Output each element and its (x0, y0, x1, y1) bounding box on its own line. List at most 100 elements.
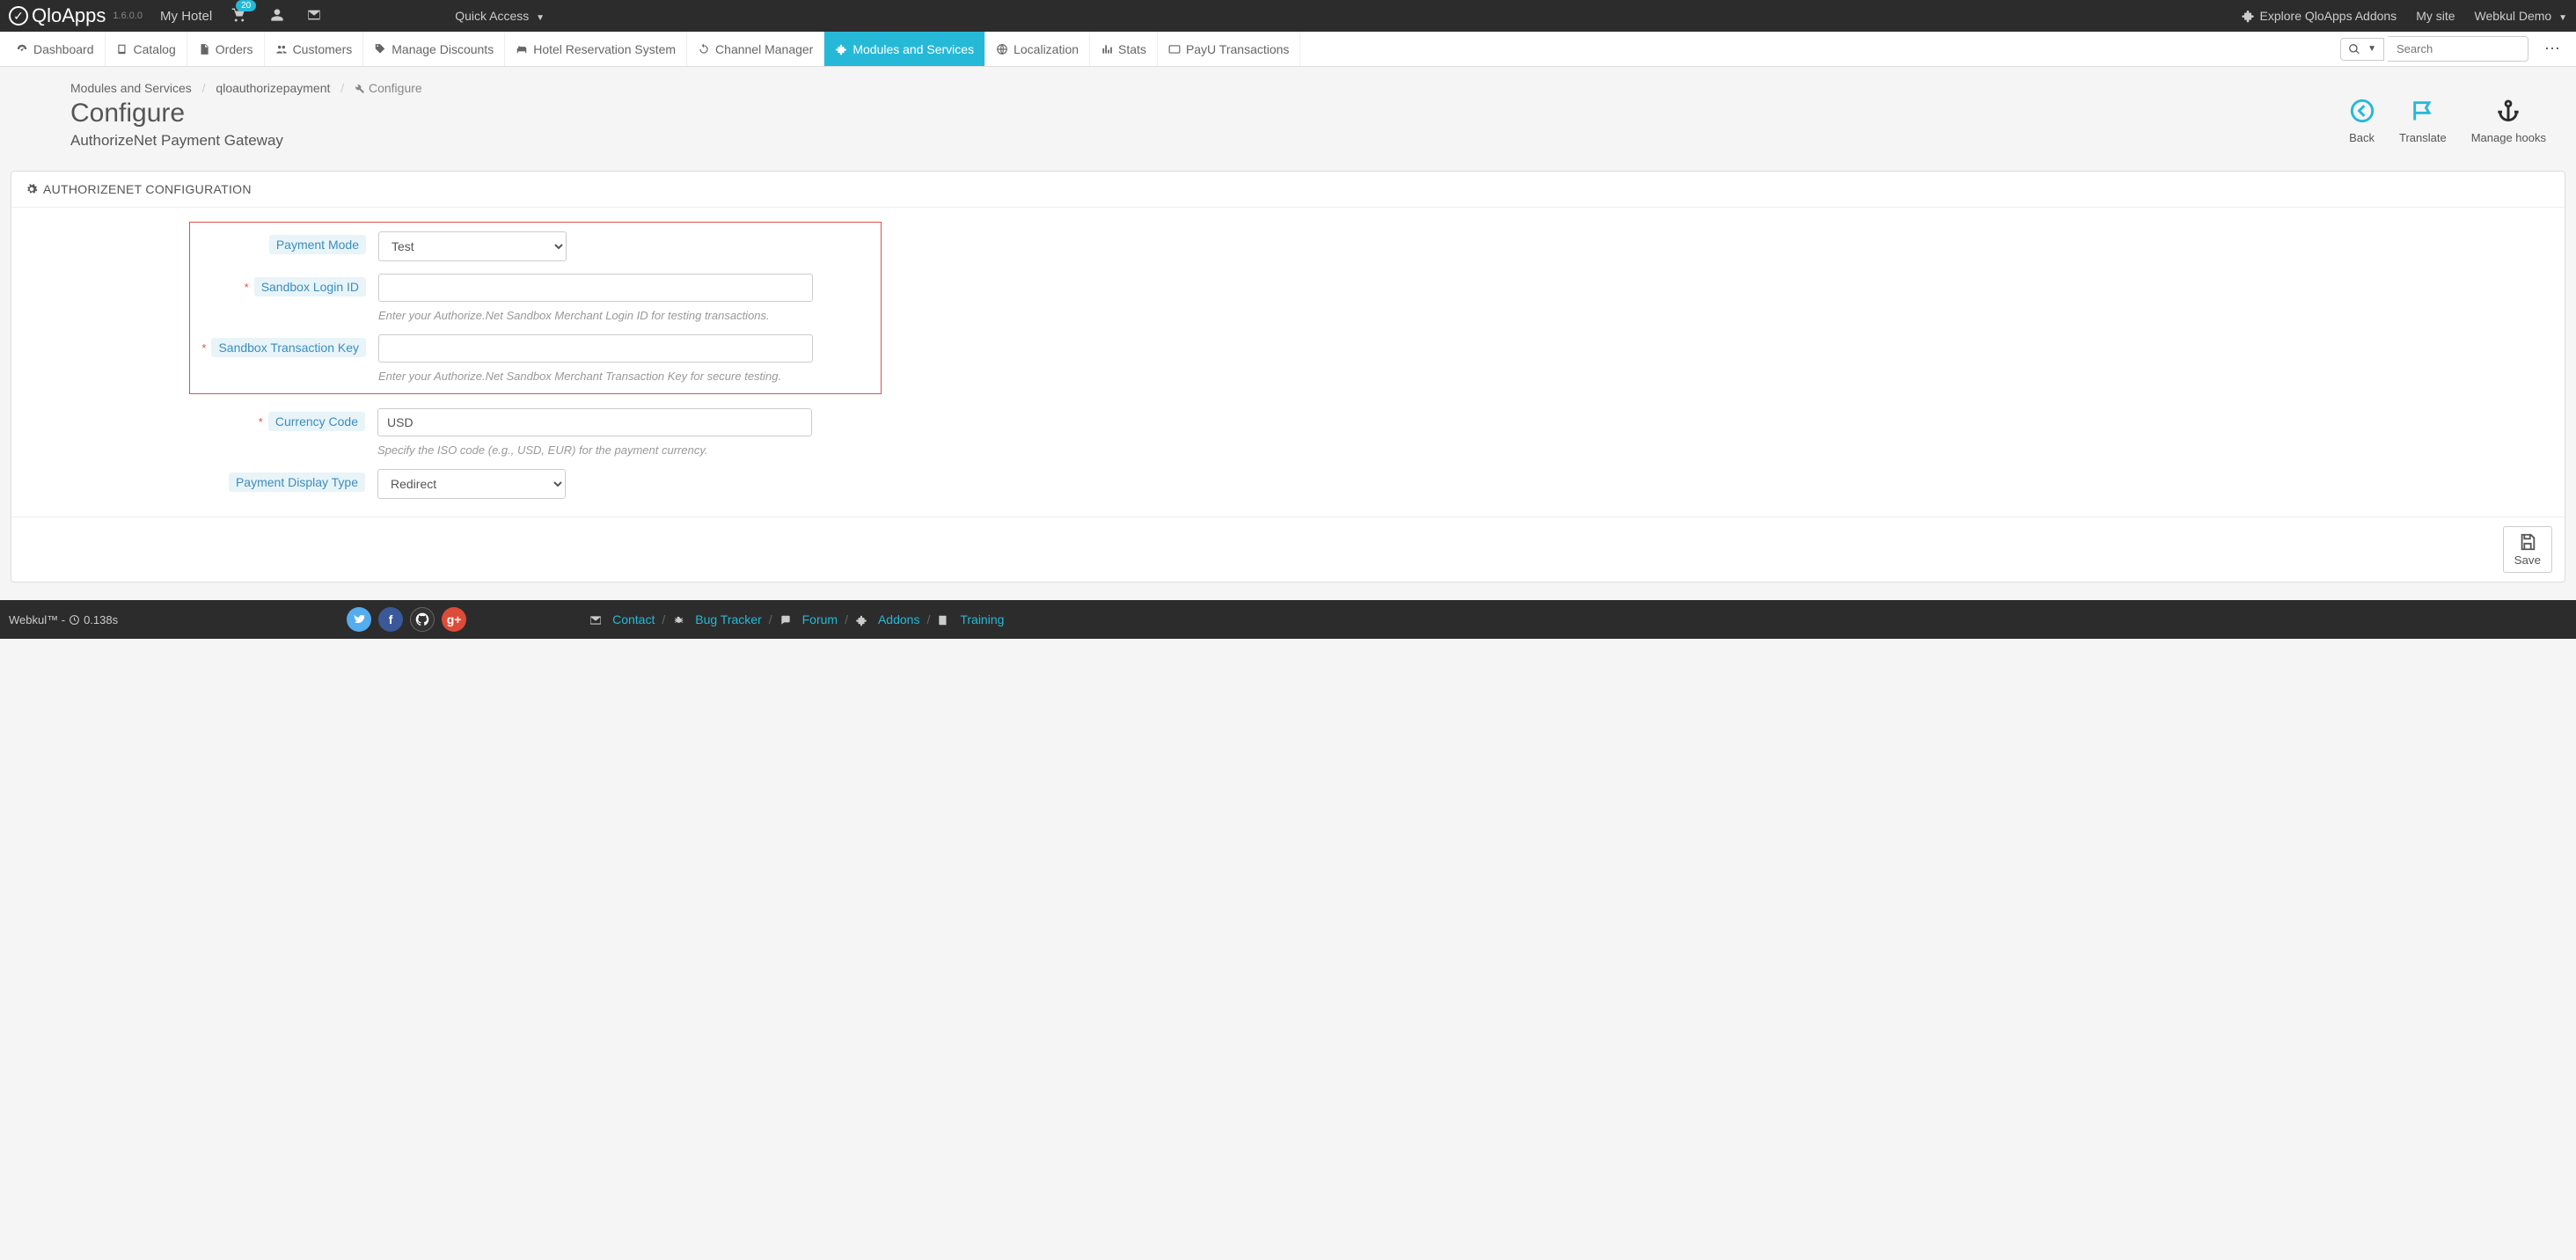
back-icon (2350, 99, 2375, 123)
tag-icon (374, 43, 386, 55)
globe-icon (996, 43, 1008, 55)
clock-icon (69, 614, 80, 626)
training-link[interactable]: Training (960, 612, 1004, 626)
forum-link[interactable]: Forum (802, 612, 838, 626)
save-button[interactable]: Save (2503, 526, 2552, 573)
menu-localization[interactable]: Localization (985, 32, 1090, 66)
breadcrumb: Modules and Services / qloauthorizepayme… (11, 81, 2565, 95)
sandbox-key-help: Enter your Authorize.Net Sandbox Merchan… (378, 370, 813, 383)
flag-icon (2411, 99, 2435, 123)
display-type-label: Payment Display Type (229, 472, 365, 492)
wrench-icon (355, 84, 365, 94)
highlight-box: Payment Mode Test *Sandbox Login ID Ente… (189, 222, 882, 394)
users-icon (275, 43, 288, 55)
content: Modules and Services / qloauthorizepayme… (0, 67, 2576, 582)
mail-icon (589, 614, 602, 626)
file-icon (198, 43, 210, 55)
breadcrumb-modules[interactable]: Modules and Services (70, 81, 192, 95)
page-header: Configure AuthorizeNet Payment Gateway B… (11, 95, 2565, 164)
quick-access-dropdown[interactable]: Quick Access ▼ (455, 9, 545, 23)
gauge-icon (16, 43, 28, 55)
menu-catalog[interactable]: Catalog (106, 32, 187, 66)
book-icon (937, 614, 949, 626)
menu-hotel[interactable]: Hotel Reservation System (505, 32, 687, 66)
panel-heading: AUTHORIZENET CONFIGURATION (11, 172, 2565, 208)
version-text: 1.6.0.0 (113, 11, 143, 21)
puzzle-icon (855, 614, 867, 626)
hotel-name[interactable]: My Hotel (160, 9, 212, 24)
payment-mode-select[interactable]: Test (378, 231, 567, 261)
github-icon (415, 612, 429, 626)
display-type-select[interactable]: Redirect (377, 469, 566, 499)
footer: Webkul™ - 0.138s f g+ Contact/ Bug Track… (0, 600, 2576, 639)
menu-dashboard[interactable]: Dashboard (5, 32, 106, 66)
search-type-dropdown[interactable]: ▼ (2340, 38, 2384, 61)
puzzle-icon (2241, 9, 2255, 23)
manage-hooks-button[interactable]: Manage hooks (2471, 99, 2546, 144)
bed-icon (516, 43, 528, 55)
quick-access-label: Quick Access (455, 9, 529, 23)
mail-icon (307, 8, 321, 22)
gear-icon (26, 183, 38, 195)
menu-search: ▼ (2335, 32, 2534, 66)
user-dropdown[interactable]: Webkul Demo ▼ (2475, 9, 2567, 23)
github-link[interactable] (410, 607, 435, 632)
currency-input[interactable] (377, 408, 812, 436)
mail-button[interactable] (307, 8, 321, 25)
breadcrumb-current: Configure (369, 81, 422, 95)
sandbox-login-help: Enter your Authorize.Net Sandbox Merchan… (378, 309, 813, 322)
twitter-icon (353, 613, 365, 626)
brand-logo[interactable]: ✓ QloApps 1.6.0.0 (9, 4, 143, 27)
user-menu-button[interactable] (270, 8, 284, 25)
menu-orders[interactable]: Orders (187, 32, 265, 66)
anchor-icon (2496, 99, 2521, 123)
currency-help: Specify the ISO code (e.g., USD, EUR) fo… (377, 443, 812, 457)
menu-payu[interactable]: PayU Transactions (1158, 32, 1301, 66)
search-input[interactable] (2388, 36, 2528, 62)
cart-button[interactable]: 20 (231, 7, 247, 26)
bugtracker-link[interactable]: Bug Tracker (695, 612, 761, 626)
back-button[interactable]: Back (2349, 99, 2375, 144)
explore-addons-link[interactable]: Explore QloApps Addons (2241, 9, 2397, 23)
addons-link[interactable]: Addons (878, 612, 919, 626)
footer-time: 0.138s (84, 613, 118, 626)
refresh-icon (698, 43, 710, 55)
bug-icon (672, 614, 684, 626)
breadcrumb-module-tech[interactable]: qloauthorizepayment (216, 81, 330, 95)
menu-overflow[interactable]: ⋯ (2534, 32, 2571, 66)
sandbox-key-input[interactable] (378, 334, 813, 363)
footer-brand: Webkul™ - (9, 613, 65, 626)
chart-icon (1101, 43, 1113, 55)
search-icon (2348, 43, 2360, 55)
googleplus-link[interactable]: g+ (442, 607, 466, 632)
sandbox-login-input[interactable] (378, 274, 813, 302)
caret-down-icon: ▼ (536, 13, 545, 23)
explore-addons-label: Explore QloApps Addons (2260, 9, 2397, 23)
puzzle-icon (835, 43, 847, 55)
main-menu: Dashboard Catalog Orders Customers Manag… (0, 32, 2576, 67)
translate-button[interactable]: Translate (2399, 99, 2447, 144)
menu-modules[interactable]: Modules and Services (824, 32, 985, 66)
logo-check-icon: ✓ (9, 6, 28, 26)
menu-discounts[interactable]: Manage Discounts (363, 32, 505, 66)
twitter-link[interactable] (347, 607, 371, 632)
caret-down-icon: ▼ (2558, 13, 2567, 23)
card-icon (1168, 43, 1181, 55)
mysite-link[interactable]: My site (2416, 9, 2455, 23)
menu-customers[interactable]: Customers (265, 32, 364, 66)
cart-badge: 20 (236, 0, 256, 11)
sandbox-login-label: Sandbox Login ID (254, 277, 366, 297)
user-icon (270, 8, 284, 22)
facebook-link[interactable]: f (378, 607, 403, 632)
comments-icon (779, 614, 792, 626)
sandbox-key-label: Sandbox Transaction Key (211, 338, 366, 357)
currency-label: Currency Code (268, 412, 365, 431)
caret-down-icon: ▼ (2367, 44, 2376, 54)
save-icon (2518, 532, 2537, 552)
menu-channel[interactable]: Channel Manager (687, 32, 824, 66)
menu-stats[interactable]: Stats (1090, 32, 1158, 66)
config-panel: AUTHORIZENET CONFIGURATION Payment Mode … (11, 171, 2565, 582)
contact-link[interactable]: Contact (612, 612, 655, 626)
page-title: Configure (70, 99, 283, 128)
page-subtitle: AuthorizeNet Payment Gateway (70, 132, 283, 150)
